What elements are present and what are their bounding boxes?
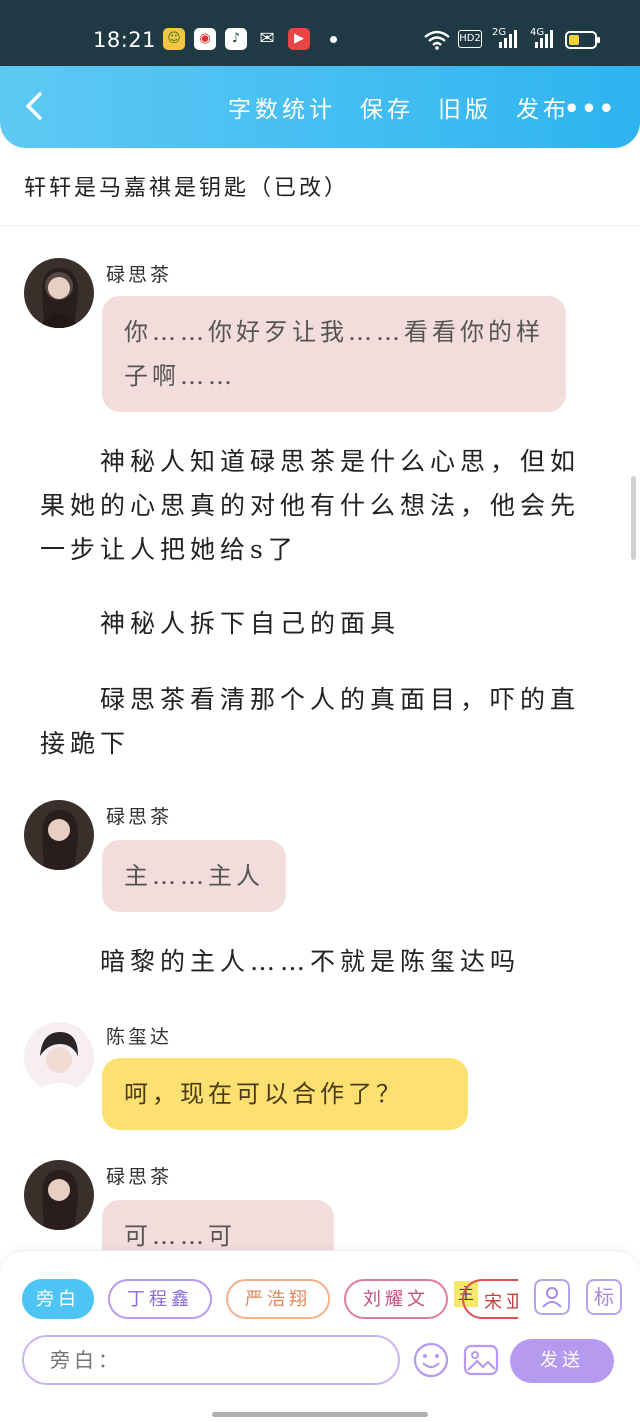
word-count-button[interactable]: 字数统计 [228, 90, 336, 124]
more-dots-icon[interactable]: ••• [564, 94, 616, 123]
nav-actions: 字数统计 保存 旧版 发布 [228, 90, 570, 124]
narration-paragraph[interactable]: 暗黎的主人……不就是陈玺达吗 [40, 940, 600, 984]
work-title-row: 轩轩是马嘉祺是钥匙（已改） [0, 148, 640, 226]
speaker-name: 陈玺达 [106, 1026, 173, 1048]
dialogue-bubble[interactable]: 主……主人 [102, 840, 286, 912]
scrollbar[interactable] [631, 476, 636, 560]
avatar-lusicha[interactable] [24, 800, 94, 870]
signal-icon-2 [535, 30, 553, 48]
narration-paragraph[interactable]: 碌思茶看清那个人的真面目，吓的直接跪下 [40, 678, 600, 766]
image-icon[interactable] [462, 1341, 500, 1379]
battery-icon [565, 31, 600, 49]
speaker-name: 碌思茶 [106, 264, 173, 286]
wechat-icon: ✉ [259, 28, 275, 49]
avatar-chenxida[interactable] [24, 1022, 94, 1092]
old-version-button[interactable]: 旧版 [438, 90, 492, 124]
wifi-icon [424, 30, 450, 50]
mark-button[interactable]: 标 [586, 1279, 622, 1315]
compose-input[interactable] [50, 1346, 370, 1374]
avatar-lusicha[interactable] [24, 1160, 94, 1230]
compose-panel: 旁白 丁程鑫 严浩翔 刘耀文 主 宋亚 标 发送 [0, 1250, 640, 1422]
work-title[interactable]: 轩轩是马嘉祺是钥匙（已改） [24, 170, 349, 202]
speaker-name: 碌思茶 [106, 1166, 173, 1188]
chip-character[interactable]: 刘耀文 [344, 1279, 448, 1319]
person-card-icon[interactable] [534, 1279, 570, 1315]
video-icon: ▶ [288, 28, 310, 50]
save-button[interactable]: 保存 [360, 90, 414, 124]
narration-paragraph[interactable]: 神秘人知道碌思茶是什么心思，但如果她的心思真的对他有什么想法，他会先一步让人把她… [40, 440, 600, 572]
status-bar: 18:21 ☺ ◉ ♪ ✉ ▶ HD2 2G 4G [0, 0, 640, 66]
compose-input-box[interactable] [22, 1335, 400, 1385]
chip-label: 宋亚 [484, 1292, 518, 1313]
chip-character[interactable]: 丁程鑫 [108, 1279, 212, 1319]
send-button[interactable]: 发送 [510, 1339, 614, 1383]
chip-character-partial[interactable]: 宋亚 [462, 1279, 518, 1319]
signal-icon [499, 30, 517, 48]
dialogue-bubble[interactable]: 可……可以…… [102, 1200, 334, 1250]
publish-button[interactable]: 发布 [516, 90, 570, 124]
dialogue-bubble[interactable]: 呵，现在可以合作了？ [102, 1058, 468, 1130]
smiley-icon[interactable] [412, 1341, 450, 1379]
story-content[interactable]: 碌思茶 你……你好歹让我……看看你的样子啊…… 神秘人知道碌思茶是什么心思，但如… [0, 226, 640, 1250]
home-indicator[interactable] [212, 1412, 428, 1417]
chip-character[interactable]: 严浩翔 [226, 1279, 330, 1319]
tiktok-icon: ♪ [225, 28, 247, 50]
narration-paragraph[interactable]: 神秘人拆下自己的面具 [40, 602, 600, 646]
notification-dot-icon [330, 36, 337, 43]
avatar-lusicha[interactable] [24, 258, 94, 328]
status-time: 18:21 [93, 28, 157, 52]
top-nav-bar: 字数统计 保存 旧版 发布 ••• [0, 66, 640, 148]
dialogue-bubble[interactable]: 你……你好歹让我……看看你的样子啊…… [102, 296, 566, 412]
back-button[interactable] [18, 88, 52, 124]
speaker-name: 碌思茶 [106, 806, 173, 828]
hd-indicator: HD2 [458, 30, 482, 48]
chip-narrator[interactable]: 旁白 [22, 1279, 94, 1319]
weibo-icon: ◉ [194, 28, 216, 50]
wechat-mini-icon: ☺ [163, 28, 185, 50]
